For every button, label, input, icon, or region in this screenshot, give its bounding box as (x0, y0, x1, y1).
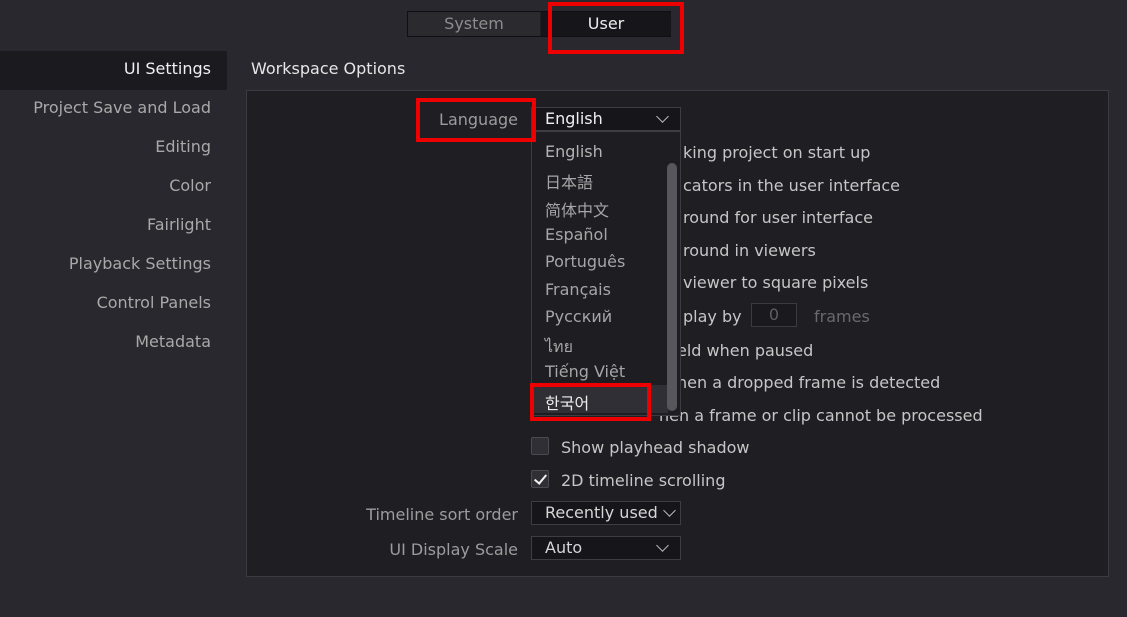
language-option-japanese[interactable]: 日本語 (545, 169, 593, 193)
language-select[interactable]: English (531, 107, 681, 131)
chevron-down-icon (656, 539, 669, 552)
dropdown-scrollbar[interactable] (667, 163, 677, 411)
sidebar-item-editing[interactable]: Editing (0, 129, 227, 168)
language-option-portuguese[interactable]: Português (545, 252, 625, 271)
sidebar-item-label: Metadata (135, 332, 211, 351)
sidebar-item-label: Color (169, 176, 211, 195)
sidebar-item-label: UI Settings (123, 59, 211, 78)
sidebar-item-control-panels[interactable]: Control Panels (0, 285, 227, 324)
option-label: viewer to square pixels (683, 273, 869, 292)
sidebar-item-project-save-load[interactable]: Project Save and Load (0, 90, 227, 129)
option-label: cators in the user interface (683, 176, 901, 195)
sidebar-item-label: Control Panels (96, 293, 211, 312)
sidebar-item-playback-settings[interactable]: Playback Settings (0, 246, 227, 285)
checkmark-icon (533, 471, 548, 485)
sidebar-item-fairlight[interactable]: Fairlight (0, 207, 227, 246)
sidebar-item-metadata[interactable]: Metadata (0, 324, 227, 363)
option-label: hen a dropped frame is detected (677, 373, 941, 392)
option-label: Show playhead shadow (561, 438, 750, 457)
ui-scale-select[interactable]: Auto (531, 536, 681, 560)
timeline-sort-select[interactable]: Recently used (531, 501, 681, 525)
highlight-language-label (416, 98, 536, 142)
timeline-sort-label: Timeline sort order (366, 505, 518, 524)
show-playhead-shadow-checkbox[interactable] (531, 437, 549, 455)
option-label: round in viewers (683, 241, 816, 260)
language-option-spanish[interactable]: Español (545, 225, 608, 244)
language-option-french[interactable]: Français (545, 280, 611, 299)
language-option-russian[interactable]: Русский (545, 307, 612, 326)
sidebar-item-label: Playback Settings (68, 254, 211, 273)
highlight-user-tab (548, 2, 684, 54)
language-option-chinese[interactable]: 简体中文 (545, 197, 609, 221)
option-label: hen a frame or clip cannot be processed (659, 406, 983, 425)
language-option-thai[interactable]: ไทย (545, 335, 573, 360)
timeline-scrolling-checkbox[interactable] (531, 470, 549, 488)
language-select-value: English (545, 109, 603, 128)
settings-sidebar: UI Settings Project Save and Load Editin… (0, 51, 227, 363)
option-label: eld when paused (677, 341, 814, 360)
timeline-sort-value: Recently used (545, 503, 658, 522)
language-option-vietnamese[interactable]: Tiếng Việt (545, 362, 625, 381)
sidebar-item-label: Project Save and Load (33, 98, 211, 117)
chevron-down-icon (663, 504, 676, 517)
tab-system[interactable]: System (408, 12, 540, 36)
option-label: round for user interface (683, 208, 873, 227)
sidebar-item-ui-settings[interactable]: UI Settings (0, 51, 227, 90)
sidebar-item-color[interactable]: Color (0, 168, 227, 207)
option-label: play by (683, 307, 742, 326)
frames-input[interactable]: 0 (751, 303, 797, 327)
option-label: 2D timeline scrolling (561, 471, 726, 490)
sidebar-item-label: Fairlight (146, 215, 211, 234)
highlight-korean-option (530, 383, 651, 421)
ui-scale-value: Auto (545, 538, 583, 557)
language-option-english[interactable]: English (545, 142, 603, 161)
language-dropdown-list: English 日本語 简体中文 Español Português Franç… (531, 131, 681, 416)
option-label: king project on start up (683, 143, 871, 162)
chevron-down-icon (656, 110, 669, 123)
sidebar-item-label: Editing (155, 137, 211, 156)
ui-scale-label: UI Display Scale (389, 540, 518, 559)
frames-unit-label: frames (814, 307, 870, 326)
section-title: Workspace Options (251, 59, 406, 78)
